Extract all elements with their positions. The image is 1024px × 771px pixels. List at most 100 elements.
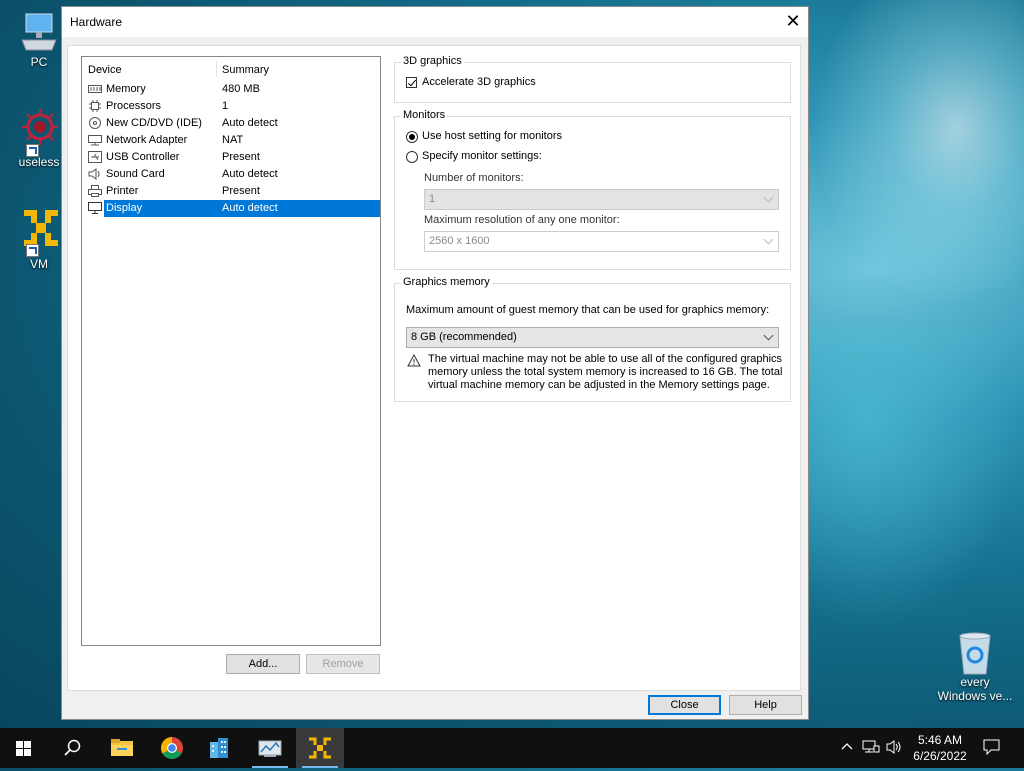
desktop-icon-recycle-bin[interactable]: every Windows ve... [930, 602, 1020, 717]
device-summary: Present [222, 185, 260, 197]
accelerate-3d-label[interactable]: Accelerate 3D graphics [422, 76, 536, 88]
specify-monitors-label[interactable]: Specify monitor settings: [422, 150, 542, 162]
add-button[interactable]: Add... [226, 654, 300, 674]
chrome-button[interactable] [148, 728, 196, 768]
device-name: Memory [106, 83, 146, 95]
recycle-bin-icon [954, 616, 996, 675]
device-list[interactable]: Device Summary Memory 480 MB Processors … [81, 56, 381, 646]
use-host-monitors-label[interactable]: Use host setting for monitors [422, 130, 562, 142]
usb-icon [88, 151, 102, 163]
shortcut-arrow-icon [26, 144, 39, 157]
chevron-down-icon [763, 192, 774, 203]
buildings-app-button[interactable] [196, 728, 244, 768]
chevron-down-icon [763, 234, 774, 245]
cd-icon [88, 117, 102, 129]
dialog-titlebar[interactable]: Hardware ✕ [62, 7, 808, 37]
vmware-icon [309, 737, 331, 759]
graphics-memory-warning: The virtual machine may not be able to u… [428, 353, 782, 392]
clock-date: 6/26/2022 [913, 749, 967, 763]
chrome-icon [161, 737, 183, 759]
num-monitors-select[interactable]: 1 [424, 189, 779, 210]
device-summary: NAT [222, 134, 244, 146]
remove-button[interactable]: Remove [306, 654, 380, 674]
device-name: USB Controller [106, 151, 180, 163]
processor-icon [88, 100, 102, 112]
device-summary: Present [222, 151, 260, 163]
device-name: Processors [106, 100, 162, 112]
device-row-printer[interactable]: Printer Present [82, 183, 380, 200]
graphics-memory-value: 8 GB (recommended) [411, 331, 517, 343]
hardware-dialog: Hardware ✕ Device Summary Memory 480 MB … [61, 6, 809, 720]
speaker-icon [88, 168, 102, 180]
start-icon [16, 741, 31, 756]
device-name: Display [104, 200, 145, 217]
device-summary: Auto detect [222, 168, 278, 180]
computer-icon [18, 10, 60, 52]
close-icon[interactable]: ✕ [778, 7, 808, 37]
device-row-network-adapter[interactable]: Network Adapter NAT [82, 132, 380, 149]
group-legend: Monitors [401, 109, 448, 121]
group-graphics-memory: Graphics memory Maximum amount of guest … [394, 276, 791, 402]
warning-icon [407, 353, 421, 370]
device-row-memory[interactable]: Memory 480 MB [82, 81, 380, 98]
group-legend: 3D graphics [401, 55, 464, 67]
accelerate-3d-checkbox[interactable] [406, 77, 417, 88]
search-button[interactable] [48, 728, 96, 768]
file-explorer-button[interactable] [98, 728, 146, 768]
device-summary: 480 MB [222, 83, 260, 95]
volume-icon[interactable] [886, 739, 904, 758]
warning-line: The virtual machine may not be able to u… [428, 353, 783, 365]
search-icon [64, 739, 81, 756]
device-name: New CD/DVD (IDE) [106, 117, 202, 129]
chevron-up-icon[interactable] [840, 739, 854, 756]
specify-monitors-radio[interactable] [406, 151, 418, 163]
device-list-header: Device Summary [82, 57, 380, 81]
printer-icon [88, 185, 102, 197]
use-host-monitors-radio[interactable] [406, 131, 418, 143]
clock[interactable]: 5:46 AM 6/26/2022 [910, 732, 970, 764]
control-panel-button[interactable] [246, 728, 294, 768]
device-name: Sound Card [106, 168, 165, 180]
start-button[interactable] [0, 728, 48, 768]
notification-icon[interactable] [983, 739, 1001, 758]
num-monitors-label: Number of monitors: [424, 172, 524, 184]
chevron-down-icon [763, 330, 774, 341]
network-icon[interactable] [862, 739, 880, 758]
taskbar: 5:46 AM 6/26/2022 [0, 728, 1024, 768]
buildings-app-icon [210, 738, 228, 758]
memory-icon [88, 83, 102, 95]
graphics-memory-label: Maximum amount of guest memory that can … [406, 304, 770, 316]
monitor-icon [88, 202, 102, 214]
group-monitors: Monitors Use host setting for monitors S… [394, 109, 791, 270]
shortcut-arrow-icon [26, 244, 39, 257]
clock-time: 5:46 AM [917, 733, 963, 747]
wallpaper-highlight [800, 0, 1024, 320]
vmware-taskbar-button[interactable] [296, 728, 344, 768]
device-name: Network Adapter [106, 134, 188, 146]
device-name: Printer [106, 185, 139, 197]
close-button[interactable]: Close [648, 695, 721, 715]
device-row-usb-controller[interactable]: USB Controller Present [82, 149, 380, 166]
dialog-content: Device Summary Memory 480 MB Processors … [67, 45, 801, 691]
device-row-sound-card[interactable]: Sound Card Auto detect [82, 166, 380, 183]
column-header-device[interactable]: Device [88, 64, 122, 76]
control-panel-icon [258, 740, 282, 757]
help-button[interactable]: Help [729, 695, 802, 715]
max-resolution-select[interactable]: 2560 x 1600 [424, 231, 779, 252]
device-row-processors[interactable]: Processors 1 [82, 98, 380, 115]
dialog-title: Hardware [70, 15, 123, 29]
group-3d-graphics: 3D graphics Accelerate 3D graphics [394, 55, 791, 103]
virus-icon [18, 107, 60, 157]
device-row-cd-dvd[interactable]: New CD/DVD (IDE) Auto detect [82, 115, 380, 132]
wallpaper-water [800, 330, 1024, 630]
device-summary: Auto detect [222, 117, 278, 129]
column-header-summary[interactable]: Summary [222, 64, 269, 76]
graphics-memory-select[interactable]: 8 GB (recommended) [406, 327, 779, 348]
warning-line: memory unless the total system memory is… [428, 366, 783, 378]
desktop-icon-label: every Windows ve... [937, 675, 1013, 703]
num-monitors-value: 1 [429, 193, 436, 205]
file-explorer-icon [111, 739, 133, 756]
warning-line: virtual machine memory can be adjusted i… [428, 379, 770, 391]
device-row-display[interactable]: Display Auto detect [82, 200, 380, 217]
max-resolution-label: Maximum resolution of any one monitor: [424, 214, 620, 226]
